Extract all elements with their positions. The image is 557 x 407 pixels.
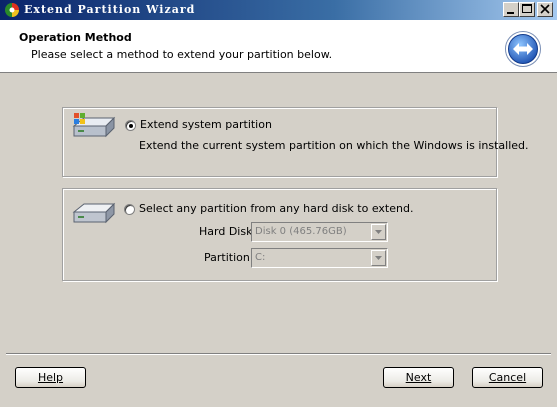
partition-select[interactable]: C: <box>251 248 388 268</box>
cancel-button[interactable]: Cancel <box>472 367 543 388</box>
maximize-icon <box>522 4 532 13</box>
title-bar[interactable]: Extend Partition Wizard <box>0 0 557 20</box>
hard-disk-select[interactable]: Disk 0 (465.76GB) <box>251 222 388 242</box>
next-button-label: Next <box>405 371 432 384</box>
window-title: Extend Partition Wizard <box>24 3 196 16</box>
extend-system-partition-radio[interactable] <box>125 120 136 131</box>
partition-select-value: C: <box>255 252 266 263</box>
help-button-label: Help <box>37 371 64 384</box>
help-button[interactable]: Help <box>15 367 86 388</box>
hard-disk-select-value: Disk 0 (465.76GB) <box>255 226 347 237</box>
extend-arrows-icon <box>505 31 541 67</box>
next-button[interactable]: Next <box>383 367 454 388</box>
cancel-button-label: Cancel <box>488 371 527 384</box>
extend-system-partition-label[interactable]: Extend system partition <box>140 118 272 131</box>
minimize-icon <box>507 12 514 14</box>
close-icon <box>540 4 550 14</box>
extend-system-partition-description: Extend the current system partition on w… <box>139 139 529 152</box>
chevron-down-icon <box>375 256 382 260</box>
page-title: Operation Method <box>19 31 132 44</box>
partition-label: Partition <box>204 251 250 264</box>
partition-dropdown-button[interactable] <box>371 250 386 266</box>
extend-partition-wizard-window: Extend Partition Wizard Operation Method… <box>0 0 557 407</box>
maximize-button[interactable] <box>519 2 535 17</box>
select-any-partition-radio[interactable] <box>124 204 135 215</box>
minimize-button[interactable] <box>503 2 519 17</box>
footer-divider <box>6 353 551 355</box>
close-button[interactable] <box>537 2 553 17</box>
wizard-header: Operation Method Please select a method … <box>0 20 557 73</box>
hard-disk-dropdown-button[interactable] <box>371 224 386 240</box>
chevron-down-icon <box>375 230 382 234</box>
hard-disk-label: Hard Disk <box>199 225 253 238</box>
hard-disk-icon <box>72 202 116 224</box>
windows-disk-icon <box>72 113 116 138</box>
radio-selected-dot <box>129 124 133 128</box>
partition-wizard-logo-icon <box>5 3 19 17</box>
select-any-partition-label[interactable]: Select any partition from any hard disk … <box>139 202 413 215</box>
page-subtitle: Please select a method to extend your pa… <box>31 48 333 61</box>
